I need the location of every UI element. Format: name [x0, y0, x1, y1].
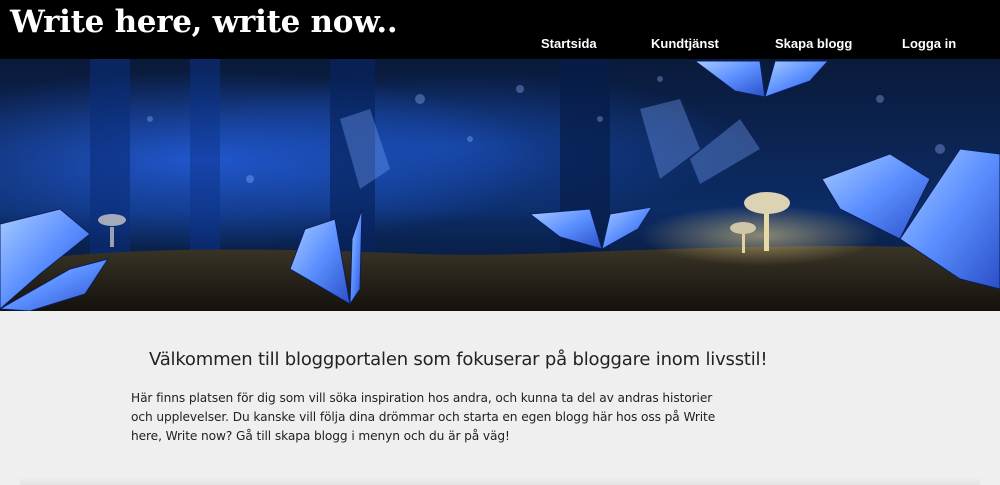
nav-item-startsida[interactable]: Startsida [541, 35, 597, 53]
nav-item-kundtjanst[interactable]: Kundtjänst [651, 35, 719, 53]
nav-item-logga-in[interactable]: Logga in [902, 35, 956, 53]
main-content: Välkommen till bloggportalen som fokuser… [0, 311, 1000, 485]
main-nav: Startsida Kundtjänst Skapa blogg Logga i… [0, 35, 1000, 55]
welcome-heading: Välkommen till bloggportalen som fokuser… [149, 349, 768, 370]
butterfly-forest-illustration [0, 59, 1000, 311]
site-header: Write here, write now.. Startsida Kundtj… [0, 0, 1000, 59]
nav-item-skapa-blogg[interactable]: Skapa blogg [775, 35, 852, 53]
intro-paragraph: Här finns platsen för dig som vill söka … [131, 391, 716, 443]
hero-image [0, 59, 1000, 311]
